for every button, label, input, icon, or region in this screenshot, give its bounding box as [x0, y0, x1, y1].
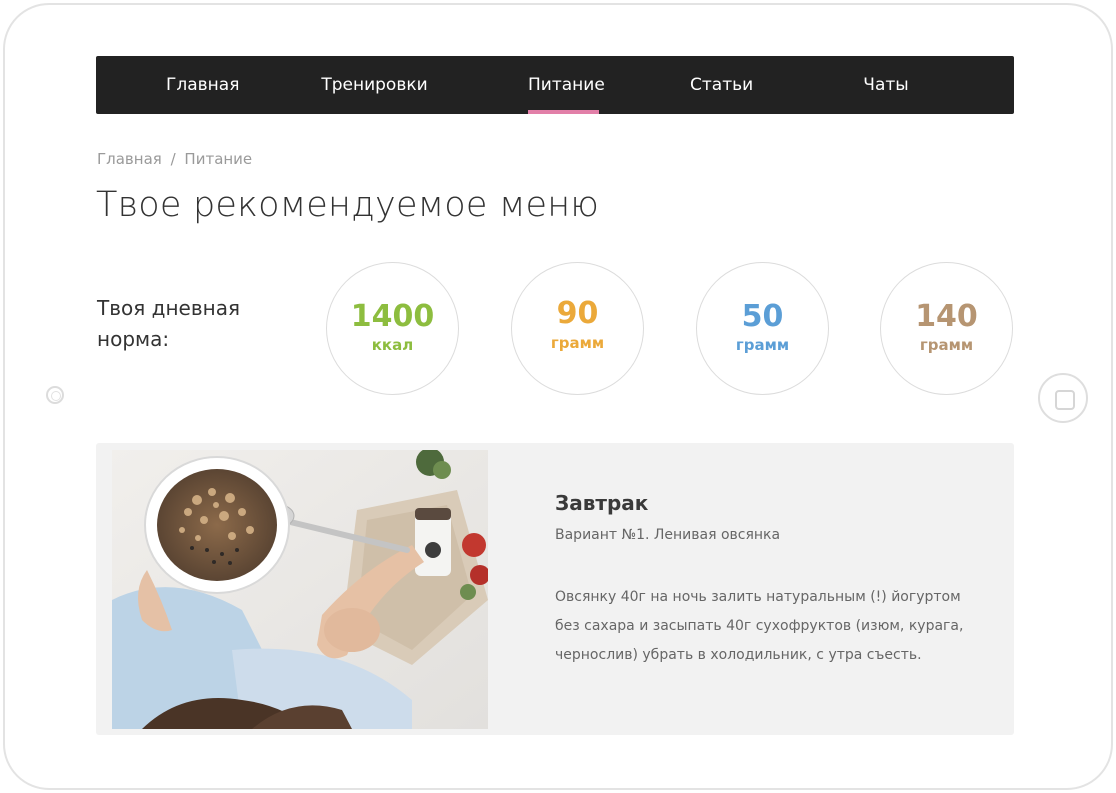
main-navbar: Главная Тренировки Питание Статьи Чаты	[96, 56, 1014, 114]
stat-carbs-unit: грамм	[919, 336, 974, 354]
breadcrumb: Главная / Питание	[97, 150, 252, 168]
page-title: Твое рекомендуемое меню	[96, 185, 600, 225]
meal-variant: Вариант №1. Ленивая овсянка	[555, 527, 781, 543]
daily-norm-label-line2: норма:	[97, 327, 170, 351]
stat-protein-value: 90	[556, 296, 599, 331]
nav-workouts[interactable]: Тренировки	[321, 56, 428, 114]
home-button[interactable]	[1038, 373, 1088, 423]
meal-card-breakfast: Завтрак Вариант №1. Ленивая овсянка Овся…	[96, 443, 1014, 735]
stat-fat-unit: грамм	[735, 336, 790, 354]
meal-title: Завтрак	[555, 491, 649, 515]
nav-nutrition[interactable]: Питание	[528, 56, 605, 114]
daily-norm-label-line1: Твоя дневная	[97, 296, 240, 320]
stat-carbs: 140 грамм	[880, 262, 1013, 395]
stat-calories-unit: ккал	[371, 336, 414, 354]
breadcrumb-home[interactable]: Главная	[97, 150, 162, 168]
nav-articles[interactable]: Статьи	[690, 56, 753, 114]
camera-icon	[46, 386, 64, 404]
stat-carbs-value: 140	[915, 299, 978, 334]
meal-description-line: чернослив) убрать в холодильник, с утра …	[555, 647, 922, 663]
stat-fat: 50 грамм	[696, 262, 829, 395]
meal-description: Овсянку 40г на ночь залить натуральным (…	[555, 583, 964, 670]
meal-description-line: Овсянку 40г на ночь залить натуральным (…	[555, 589, 961, 605]
meal-description-line: без сахара и засыпать 40г сухофруктов (и…	[555, 618, 964, 634]
stat-calories-value: 1400	[350, 299, 435, 334]
daily-norm-label: Твоя дневная норма:	[97, 293, 297, 355]
nav-chats[interactable]: Чаты	[863, 56, 909, 114]
breadcrumb-separator: /	[170, 150, 176, 168]
stat-protein: 90 грамм	[511, 262, 644, 395]
breadcrumb-current: Питание	[184, 150, 253, 168]
oatmeal-bowl-photo	[112, 450, 488, 729]
stat-protein-unit: грамм	[550, 334, 605, 352]
nav-home[interactable]: Главная	[166, 56, 239, 114]
stat-fat-value: 50	[741, 299, 784, 334]
stat-calories: 1400 ккал	[326, 262, 459, 395]
